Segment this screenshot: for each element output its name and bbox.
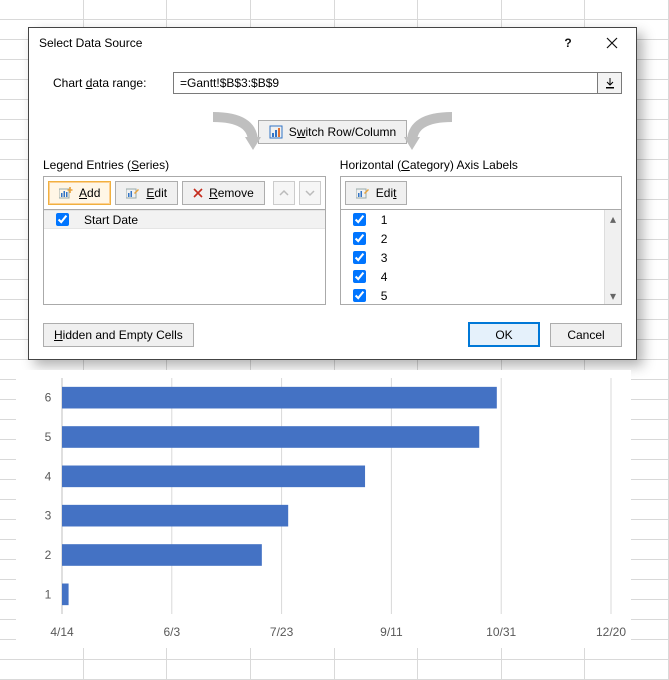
series-toolbar: Add Edit Remove: [43, 176, 326, 209]
category-item-checkbox[interactable]: [353, 213, 366, 226]
scroll-up-icon[interactable]: ▴: [605, 210, 621, 227]
chart-svg: 4/14 6/3 7/23 9/11 10/31 12/20 6 5 4 3 2 1: [16, 370, 631, 648]
category-item-label: 2: [381, 232, 388, 246]
range-picker-button[interactable]: [598, 72, 622, 94]
category-item[interactable]: 4: [341, 267, 621, 286]
remove-series-button[interactable]: Remove: [182, 181, 265, 205]
category-list[interactable]: 1 2 3 4 5 ▴ ▾: [340, 209, 622, 305]
y-tick-label: 2: [45, 548, 52, 562]
category-toolbar: Edit: [340, 176, 622, 209]
switch-icon: [269, 125, 283, 139]
select-data-source-dialog: Select Data Source ? Chart data range: S…: [28, 27, 637, 360]
category-item-checkbox[interactable]: [353, 251, 366, 264]
add-icon: [59, 187, 73, 199]
x-tick-label: 4/14: [50, 625, 74, 639]
bar: [62, 505, 288, 527]
category-axis-title: Horizontal (Category) Axis Labels: [340, 158, 622, 172]
curved-arrow-left-icon: [203, 112, 263, 152]
bar: [62, 387, 497, 409]
collapse-dialog-icon: [604, 77, 616, 89]
close-icon: [606, 37, 618, 49]
switch-row: Switch Row/Column: [43, 112, 622, 152]
y-tick-label: 1: [45, 587, 52, 601]
edit-icon: [126, 187, 140, 199]
help-button[interactable]: ?: [546, 29, 590, 57]
curved-arrow-right-icon: [402, 112, 462, 152]
chart-data-range-row: Chart data range:: [43, 72, 622, 94]
bar: [62, 466, 365, 488]
dialog-titlebar[interactable]: Select Data Source ?: [29, 28, 636, 58]
series-item-checkbox[interactable]: [56, 213, 69, 226]
category-item-label: 4: [381, 270, 388, 284]
chevron-down-icon: [305, 188, 315, 198]
dialog-title: Select Data Source: [39, 36, 546, 50]
chart-data-range-label: Chart data range:: [43, 76, 163, 90]
bar: [62, 544, 262, 566]
category-item[interactable]: 2: [341, 229, 621, 248]
x-tick-label: 7/23: [270, 625, 294, 639]
category-item-checkbox[interactable]: [353, 270, 366, 283]
category-item-label: 3: [381, 251, 388, 265]
edit-icon: [356, 187, 370, 199]
chart-data-range-input[interactable]: [173, 72, 598, 94]
y-tick-label: 6: [45, 391, 52, 405]
legend-entries-panel: Legend Entries (Series) Add Edit Remove: [43, 158, 326, 305]
cancel-button[interactable]: Cancel: [550, 323, 622, 347]
x-tick-label: 10/31: [486, 625, 516, 639]
ok-button[interactable]: OK: [468, 322, 540, 347]
chart[interactable]: 4/14 6/3 7/23 9/11 10/31 12/20 6 5 4 3 2 1: [16, 370, 631, 648]
scrollbar[interactable]: ▴ ▾: [604, 210, 621, 304]
category-item-label: 5: [381, 289, 388, 303]
y-tick-label: 3: [45, 509, 52, 523]
category-item[interactable]: 5: [341, 286, 621, 305]
category-item-label: 1: [381, 213, 388, 227]
series-list[interactable]: Start Date: [43, 209, 326, 305]
x-tick-label: 12/20: [596, 625, 626, 639]
edit-category-button[interactable]: Edit: [345, 181, 408, 205]
edit-series-button[interactable]: Edit: [115, 181, 178, 205]
bar: [62, 584, 69, 606]
y-tick-label: 4: [45, 469, 52, 483]
scroll-down-icon[interactable]: ▾: [605, 287, 621, 304]
add-series-button[interactable]: Add: [48, 181, 111, 205]
move-up-button[interactable]: [273, 181, 295, 205]
category-item-checkbox[interactable]: [353, 289, 366, 302]
category-axis-panel: Horizontal (Category) Axis Labels Edit 1…: [340, 158, 622, 305]
hidden-empty-cells-button[interactable]: Hidden and Empty Cells: [43, 323, 194, 347]
legend-entries-title: Legend Entries (Series): [43, 158, 326, 172]
help-icon: ?: [564, 36, 571, 50]
category-item[interactable]: 3: [341, 248, 621, 267]
series-item[interactable]: Start Date: [44, 210, 325, 229]
x-tick-label: 9/11: [380, 625, 403, 639]
x-tick-label: 6/3: [163, 625, 180, 639]
chevron-up-icon: [279, 188, 289, 198]
series-item-label: Start Date: [84, 213, 138, 227]
remove-icon: [193, 188, 203, 198]
category-item-checkbox[interactable]: [353, 232, 366, 245]
bar: [62, 426, 479, 448]
switch-row-column-button[interactable]: Switch Row/Column: [258, 120, 407, 144]
dialog-footer: Hidden and Empty Cells OK Cancel: [43, 322, 622, 347]
y-tick-label: 5: [45, 430, 52, 444]
move-down-button[interactable]: [299, 181, 321, 205]
category-item[interactable]: 1: [341, 210, 621, 229]
close-button[interactable]: [590, 29, 634, 57]
